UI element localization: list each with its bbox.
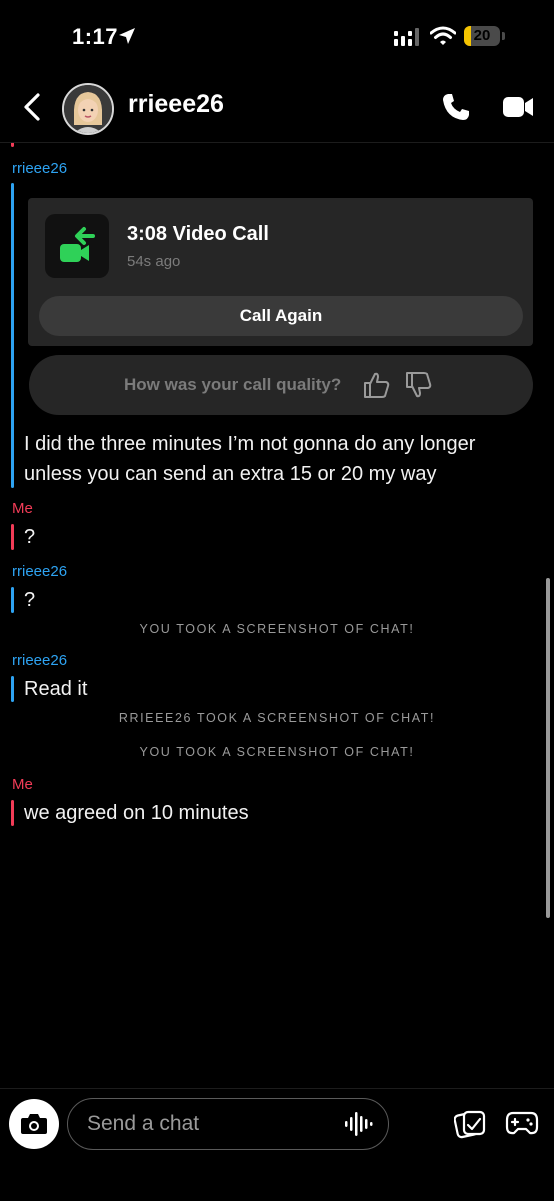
message-text: we agreed on 10 minutes (24, 802, 249, 824)
chat-username[interactable]: rrieee26 (128, 90, 224, 119)
call-title: 3:08 Video Call (127, 223, 269, 245)
sender-label-them: rrieee26 (12, 160, 68, 177)
message-bar-them (11, 183, 14, 488)
chat-input[interactable]: Send a chat (67, 1098, 389, 1150)
call-timestamp: 54s ago (127, 253, 181, 270)
screenshot-notice: RRIEEE26 TOOK A SCREENSHOT OF CHAT! (118, 711, 436, 725)
camera-button[interactable] (9, 1099, 59, 1149)
previous-message-bar (11, 143, 14, 147)
screenshot-notice: YOU TOOK A SCREENSHOT OF CHAT! (139, 622, 415, 636)
message-bar-me (11, 800, 14, 826)
composer-bar: Send a chat (0, 1088, 554, 1201)
location-arrow-icon (119, 28, 135, 44)
sender-label-them: rrieee26 (12, 563, 68, 580)
game-controller-icon[interactable] (505, 1109, 539, 1137)
wifi-icon (430, 26, 456, 45)
voice-note-icon[interactable] (344, 1110, 374, 1138)
back-arrow-icon[interactable] (20, 92, 46, 122)
message-text: Read it (24, 678, 88, 700)
phone-call-icon[interactable] (441, 92, 471, 122)
memories-icon[interactable] (454, 1109, 486, 1139)
incoming-video-call-icon (60, 227, 95, 262)
avatar[interactable] (62, 83, 114, 135)
message-bar-me (11, 524, 14, 550)
bitmoji-icon (64, 85, 112, 133)
battery-icon: 20 (464, 26, 506, 48)
message-text: ? (24, 589, 36, 611)
call-icon-tile (45, 214, 109, 278)
sender-label-me: Me (12, 776, 33, 793)
chat-thread[interactable]: rrieee26 3:08 Video Call 54s ago Call Ag… (0, 143, 554, 1088)
call-quality-prompt: How was your call quality? (29, 355, 533, 415)
screenshot-notice: YOU TOOK A SCREENSHOT OF CHAT! (139, 745, 415, 759)
cellular-signal-icon (394, 28, 419, 46)
status-time: 1:17 (72, 24, 119, 49)
scrollbar[interactable] (546, 578, 550, 918)
message-bar-them (11, 676, 14, 702)
sender-label-me: Me (12, 500, 33, 517)
video-call-icon[interactable] (502, 94, 534, 120)
camera-icon (21, 1114, 47, 1134)
thumbs-down-icon[interactable] (404, 370, 432, 400)
chat-input-placeholder: Send a chat (87, 1112, 200, 1135)
call-again-button[interactable]: Call Again (39, 296, 523, 336)
message-text: I did the three minutes I’m not gonna do… (24, 433, 476, 455)
message-bar-them (11, 587, 14, 613)
message-text: unless you can send an extra 15 or 20 my… (24, 463, 437, 485)
message-text: ? (24, 526, 36, 548)
status-bar: 1:17 20 (0, 0, 554, 72)
battery-percent: 20 (473, 27, 491, 44)
thumbs-up-icon[interactable] (362, 370, 390, 400)
call-quality-text: How was your call quality? (124, 375, 342, 394)
chat-header: rrieee26 (0, 72, 554, 143)
video-call-card[interactable]: 3:08 Video Call 54s ago Call Again (28, 198, 533, 346)
sender-label-them: rrieee26 (12, 652, 68, 669)
